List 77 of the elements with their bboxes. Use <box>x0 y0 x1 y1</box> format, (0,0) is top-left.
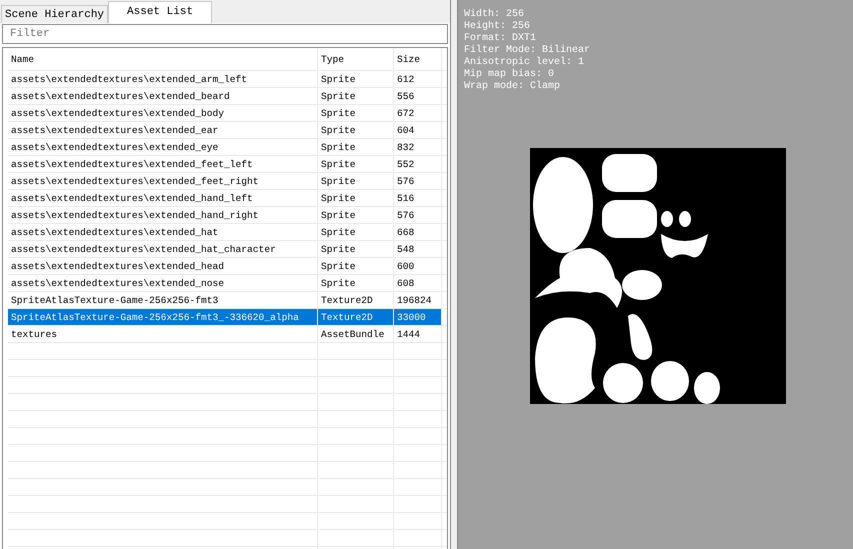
table-cell: Sprite <box>318 156 394 172</box>
table-cell: assets\extendedtextures\extended_head <box>8 258 318 274</box>
table-cell: Sprite <box>318 173 394 189</box>
texture-info-text: Height: 256 <box>464 21 532 33</box>
table-cell: assets\extendedtextures\extended_arm_left <box>8 71 318 87</box>
table-cell: Sprite <box>318 258 394 274</box>
table-cell: 576 <box>394 173 442 189</box>
table-cell: 672 <box>394 105 442 121</box>
table-cell: Sprite <box>318 105 394 121</box>
table-cell: 552 <box>394 156 442 172</box>
table-cell: 608 <box>394 275 442 291</box>
texture-info-text: Format: DXT1 <box>464 33 538 44</box>
asset-row[interactable]: SpriteAtlasTexture-Game-256x256-fmt3_-336620_alpha Texture2D 33000 <box>8 309 447 326</box>
column-header[interactable]: Size <box>394 48 442 70</box>
table-cell: 556 <box>394 88 442 104</box>
texture-info-text: Anisotropic level: 1 <box>464 57 586 68</box>
table-cell: Sprite <box>318 139 394 155</box>
table-cell: assets\extendedtextures\extended_nose <box>8 275 318 291</box>
texture-info-text: Filter Mode: Bilinear <box>464 45 592 56</box>
asset-row[interactable]: assets\extendedtextures\extended_hat_character Sprite 548 <box>8 241 447 258</box>
asset-row[interactable]: assets\extendedtextures\extended_hand_left Sprite 516 <box>8 190 447 207</box>
table-cell: Sprite <box>318 275 394 291</box>
asset-row[interactable]: assets\extendedtextures\extended_nose Sprite 608 <box>8 275 447 292</box>
table-cell: assets\extendedtextures\extended_hand_right <box>8 207 318 223</box>
asset-row[interactable]: assets\extendedtextures\extended_hand_right Sprite 576 <box>8 207 447 224</box>
table-cell: 832 <box>394 139 442 155</box>
asset-row[interactable]: assets\extendedtextures\extended_beard Sprite 556 <box>8 88 447 105</box>
tab[interactable]: Scene Hierarchy <box>1 5 108 23</box>
table-cell: 548 <box>394 241 442 257</box>
asset-row[interactable]: assets\extendedtextures\extended_arm_left Sprite 612 <box>8 71 447 88</box>
table-cell: 600 <box>394 258 442 274</box>
texture-info-text: Wrap mode: Clamp <box>464 81 562 93</box>
table-cell: 576 <box>394 207 442 223</box>
table-cell: assets\extendedtextures\extended_beard <box>8 88 318 104</box>
table-cell: Sprite <box>318 207 394 223</box>
table-cell: Sprite <box>318 190 394 206</box>
filter-field[interactable]: Filter <box>2 24 448 44</box>
table-cell: assets\extendedtextures\extended_feet_left <box>8 156 318 172</box>
table-cell: assets\extendedtextures\extended_hand_left <box>8 190 318 206</box>
table-cell: assets\extendedtextures\extended_eye <box>8 139 318 155</box>
table-cell: assets\extendedtextures\extended_hat <box>8 224 318 240</box>
table-cell: Sprite <box>318 224 394 240</box>
asset-row[interactable]: assets\extendedtextures\extended_head Sprite 600 <box>8 258 447 275</box>
table-cell: assets\extendedtextures\extended_hat_character <box>8 241 318 257</box>
table-cell: AssetBundle <box>318 326 394 342</box>
table-cell: Sprite <box>318 71 394 87</box>
table-cell: assets\extendedtextures\extended_feet_right <box>8 173 318 189</box>
table-cell: 33000 <box>394 309 442 325</box>
table-cell: 1444 <box>394 326 442 342</box>
asset-row[interactable]: assets\extendedtextures\extended_hat Sprite 668 <box>8 224 447 241</box>
table-cell: Sprite <box>318 241 394 257</box>
asset-row[interactable]: textures AssetBundle 1444 <box>8 326 447 343</box>
asset-row[interactable]: assets\extendedtextures\extended_feet_left Sprite 552 <box>8 156 447 173</box>
table-cell: 196824 <box>394 292 442 308</box>
table-cell: Texture2D <box>318 292 394 308</box>
table-cell: SpriteAtlasTexture-Game-256x256-fmt3 <box>8 292 318 308</box>
table-cell: 604 <box>394 122 442 138</box>
table-cell: 516 <box>394 190 442 206</box>
table-cell: 612 <box>394 71 442 87</box>
table-cell: Sprite <box>318 122 394 138</box>
asset-row[interactable]: assets\extendedtextures\extended_eye Sprite 832 <box>8 139 447 156</box>
column-header[interactable]: Name <box>8 48 318 70</box>
table-cell: textures <box>8 326 318 342</box>
asset-row[interactable]: assets\extendedtextures\extended_body Sprite 672 <box>8 105 447 122</box>
asset-row[interactable]: assets\extendedtextures\extended_ear Sprite 604 <box>8 122 447 139</box>
table-cell: 668 <box>394 224 442 240</box>
table-cell: Sprite <box>318 88 394 104</box>
tab[interactable]: Asset List <box>108 1 212 23</box>
texture-info-text: Width: 256 <box>464 9 526 20</box>
texture-info-text: Mip map bias: 0 <box>464 69 556 80</box>
table-cell: SpriteAtlasTexture-Game-256x256-fmt3_-336620_alpha <box>8 309 318 325</box>
table-cell: assets\extendedtextures\extended_body <box>8 105 318 121</box>
asset-row[interactable]: assets\extendedtextures\extended_feet_right Sprite 576 <box>8 173 447 190</box>
column-header[interactable]: Type <box>318 48 394 70</box>
table-cell: assets\extendedtextures\extended_ear <box>8 122 318 138</box>
splitter[interactable] <box>451 0 458 549</box>
table-cell: Texture2D <box>318 309 394 325</box>
